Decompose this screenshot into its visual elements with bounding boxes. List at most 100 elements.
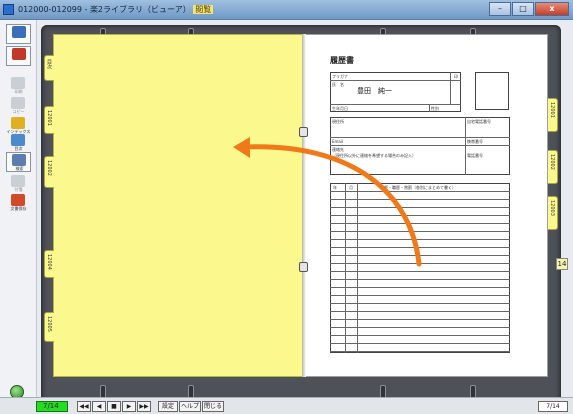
print-icon	[12, 48, 26, 60]
save-document-label: 文書保存	[10, 206, 27, 211]
close-button[interactable]: 閉じる	[202, 401, 224, 412]
contact-phone-label: 電話番号	[467, 153, 483, 158]
table-row	[330, 343, 510, 344]
tab-label: 12001	[549, 102, 555, 118]
first-page-button[interactable]: ◀◀	[77, 401, 91, 412]
toc-icon	[11, 134, 25, 146]
contact-section	[330, 117, 510, 175]
address-label: 現住所	[332, 119, 344, 124]
left-index-tab[interactable]: 12001	[44, 106, 54, 134]
table-row	[330, 351, 510, 352]
tab-label: 12002	[46, 160, 52, 176]
table-row	[330, 199, 510, 200]
page-count: 7/14	[538, 401, 568, 412]
print-setup-label: 印刷	[14, 89, 23, 94]
divider	[330, 104, 461, 105]
table-row	[330, 327, 510, 328]
table-row	[330, 263, 510, 264]
print-setup-button[interactable]: 印刷	[6, 76, 31, 96]
tab-label: 12005	[46, 316, 52, 332]
stop-button[interactable]: ■	[107, 401, 121, 412]
table-row	[330, 223, 510, 224]
sticky-note-button[interactable]: 付箋	[6, 174, 31, 194]
divider	[465, 117, 466, 175]
copy-button[interactable]: コピー	[6, 96, 31, 116]
window-title: 012000-012099 - 楽2ライブラリ（ビューア） 閲覧	[18, 4, 214, 15]
right-index-tab[interactable]: 12003	[548, 196, 558, 230]
divider	[330, 145, 510, 146]
left-index-tab[interactable]: 12002	[44, 156, 54, 188]
gender-label: 性別	[431, 106, 439, 111]
save-document-icon	[11, 194, 25, 206]
index-icon	[11, 117, 25, 129]
left-page[interactable]	[53, 34, 303, 377]
next-page-button[interactable]: ▶	[122, 401, 136, 412]
left-index-tab[interactable]: 目次	[44, 55, 54, 81]
tab-label: 12002	[549, 154, 555, 170]
save-document-button[interactable]: 文書保存	[6, 193, 31, 213]
page-indicator: 7/14	[36, 401, 68, 412]
email-label: Email	[332, 139, 344, 144]
right-index-tab[interactable]: 12001	[548, 98, 558, 132]
table-row	[330, 295, 510, 296]
photo-box	[475, 72, 509, 110]
applicant-name: 豊田 純一	[357, 87, 392, 95]
tab-label: 12003	[549, 200, 555, 216]
print-setup-icon	[11, 77, 25, 89]
divider	[450, 72, 451, 104]
table-row	[330, 335, 510, 336]
table-row	[330, 191, 510, 192]
maximize-button[interactable]: □	[512, 2, 534, 16]
toc-button[interactable]: 目次	[6, 133, 31, 153]
name-label: 氏 名	[332, 82, 344, 87]
copy-label: コピー	[12, 109, 25, 114]
tab-label: 目次	[46, 59, 52, 69]
left-index-tab[interactable]: 12005	[44, 312, 54, 342]
search-button[interactable]: 検索	[6, 152, 31, 172]
resume-document: 履歴書 フリガナ 氏 名 豊田 純一 印 生年月日 性別 現住所 自宅電話番号 …	[330, 55, 520, 355]
table-row	[330, 311, 510, 312]
divider	[330, 137, 510, 138]
table-row	[330, 207, 510, 208]
exit-icon	[12, 26, 26, 38]
exit-button[interactable]	[6, 24, 31, 44]
title-bar: 012000-012099 - 楽2ライブラリ（ビューア） 閲覧 – □ x	[0, 0, 573, 20]
table-row	[330, 239, 510, 240]
table-row	[330, 215, 510, 216]
table-row	[330, 231, 510, 232]
table-row	[330, 319, 510, 320]
navigation-bar: 7/14 ◀◀ ◀ ■ ▶ ▶▶ 設定 ヘルプ 閉じる 7/14	[0, 397, 573, 414]
settings-button[interactable]: 設定	[158, 401, 178, 412]
copy-icon	[11, 97, 25, 109]
book-spine	[302, 34, 306, 377]
table-row	[330, 303, 510, 304]
page-hinge	[299, 127, 308, 137]
close-window-button[interactable]: x	[535, 2, 569, 16]
sticky-note-icon	[11, 175, 25, 187]
right-index-tab[interactable]: 12002	[548, 150, 558, 184]
divider	[330, 80, 461, 81]
current-page-tab[interactable]: 14	[556, 258, 568, 270]
mode-tag: 閲覧	[193, 5, 214, 14]
window-title-text: 012000-012099 - 楽2ライブラリ（ビューア）	[18, 5, 191, 14]
page-hinge	[299, 262, 308, 272]
help-button[interactable]: ヘルプ	[179, 401, 201, 412]
tab-label: 12004	[46, 254, 52, 270]
last-page-button[interactable]: ▶▶	[137, 401, 151, 412]
table-row	[330, 279, 510, 280]
prev-page-button[interactable]: ◀	[92, 401, 106, 412]
left-toolbar: 印刷 コピー インデックス 目次 検索 付箋 文書保存	[0, 20, 37, 397]
app-icon	[3, 4, 14, 15]
table-row	[330, 255, 510, 256]
home-phone-label: 自宅電話番号	[467, 119, 491, 124]
left-index-tab[interactable]: 12004	[44, 250, 54, 278]
table-row	[330, 271, 510, 272]
name-section	[330, 72, 461, 112]
print-button[interactable]	[6, 46, 31, 66]
minimize-button[interactable]: –	[489, 2, 511, 16]
seal-label: 印	[454, 74, 458, 79]
window-controls: – □ x	[489, 2, 569, 16]
search-icon	[12, 154, 26, 166]
resume-title: 履歴書	[330, 56, 354, 65]
divider	[429, 104, 430, 112]
